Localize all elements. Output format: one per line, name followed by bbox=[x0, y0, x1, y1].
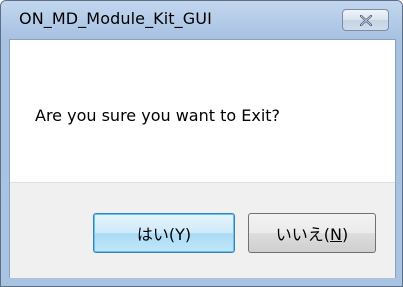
dialog-body: Are you sure you want to Exit? はい(Y) いいえ… bbox=[9, 39, 396, 278]
close-button[interactable] bbox=[342, 9, 389, 31]
confirm-message: Are you sure you want to Exit? bbox=[35, 106, 281, 125]
button-bar: はい(Y) いいえ(N) bbox=[10, 182, 395, 278]
title-bar[interactable]: ON_MD_Module_Kit_GUI bbox=[1, 1, 402, 39]
no-label-mnemonic: N bbox=[330, 225, 342, 244]
no-label-prefix: いいえ( bbox=[275, 225, 331, 244]
exit-confirm-dialog: ON_MD_Module_Kit_GUI Are you sure you wa… bbox=[0, 0, 403, 287]
no-button-label: いいえ(N) bbox=[276, 221, 348, 245]
no-label-suffix: ) bbox=[341, 225, 349, 244]
yes-button[interactable]: はい(Y) bbox=[93, 213, 235, 253]
close-icon bbox=[359, 14, 372, 26]
window-title: ON_MD_Module_Kit_GUI bbox=[19, 9, 212, 28]
no-button[interactable]: いいえ(N) bbox=[248, 213, 376, 253]
yes-button-label: はい(Y) bbox=[136, 225, 192, 244]
